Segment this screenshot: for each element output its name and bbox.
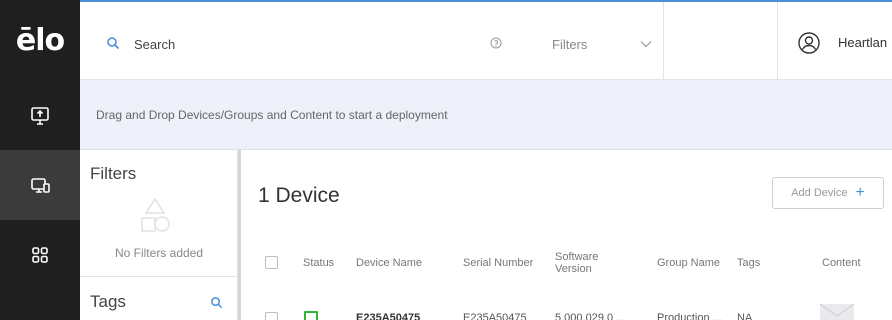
rail-item-deploy[interactable] xyxy=(0,80,80,150)
column-header-device-name[interactable]: Device Name xyxy=(356,257,422,269)
shapes-empty-icon xyxy=(141,197,170,232)
left-rail: ēlo xyxy=(0,0,80,320)
deployment-drop-zone[interactable]: Drag and Drop Devices/Groups and Content… xyxy=(80,80,892,150)
column-header-serial-number[interactable]: Serial Number xyxy=(463,257,533,269)
add-device-label: Add Device xyxy=(791,187,848,199)
column-header-tags[interactable]: Tags xyxy=(737,257,760,269)
device-count-title: 1 Device xyxy=(258,184,340,207)
tags-title: Tags xyxy=(90,292,126,311)
tags-search-icon[interactable] xyxy=(210,296,223,309)
devices-icon xyxy=(31,178,50,193)
topbar-divider xyxy=(777,2,778,82)
top-bar: Filters Heartlan xyxy=(80,0,892,82)
search-input[interactable] xyxy=(134,30,434,58)
filters-empty-text: No Filters added xyxy=(114,246,204,260)
filters-panel: Filters No Filters added Tags xyxy=(80,150,238,320)
plus-icon: + xyxy=(855,184,865,201)
apps-grid-icon xyxy=(32,247,48,263)
upload-screen-icon xyxy=(31,107,49,125)
select-all-checkbox[interactable] xyxy=(265,256,278,269)
row-software-version: 5.000.029.0 ... xyxy=(555,312,626,320)
help-icon[interactable] xyxy=(490,37,502,49)
add-device-button[interactable]: Add Device + xyxy=(772,177,884,209)
drop-zone-text: Drag and Drop Devices/Groups and Content… xyxy=(96,108,448,122)
filters-dropdown[interactable]: Filters xyxy=(552,32,652,56)
user-avatar-icon[interactable] xyxy=(798,32,820,54)
row-checkbox[interactable] xyxy=(265,312,278,320)
column-header-status[interactable]: Status xyxy=(303,257,334,269)
filters-panel-title: Filters xyxy=(90,164,137,183)
content-thumbnail-icon[interactable] xyxy=(820,304,854,320)
column-header-software-line1: Software xyxy=(555,251,599,263)
status-online-indicator xyxy=(304,311,318,320)
row-serial-number: E235A50475 xyxy=(463,312,527,320)
column-header-group-name[interactable]: Group Name xyxy=(657,257,720,269)
user-name[interactable]: Heartlan xyxy=(838,35,887,50)
filters-dropdown-label: Filters xyxy=(552,36,588,52)
topbar-divider xyxy=(663,2,664,82)
column-header-content[interactable]: Content xyxy=(822,257,861,269)
search-icon xyxy=(107,37,120,50)
column-header-software-line2: Version xyxy=(555,263,592,275)
column-header-software-version[interactable]: Software Version xyxy=(555,251,598,275)
panel-divider xyxy=(80,276,238,277)
row-group-name: Production ... xyxy=(657,312,722,320)
panel-scrollbar[interactable] xyxy=(238,150,241,320)
rail-item-apps[interactable] xyxy=(0,220,80,290)
row-tags: NA xyxy=(737,312,753,320)
row-device-name[interactable]: E235A50475 xyxy=(356,312,420,320)
elo-logo: ēlo xyxy=(15,22,65,58)
rail-item-devices[interactable] xyxy=(0,150,80,220)
chevron-down-icon xyxy=(640,41,652,48)
